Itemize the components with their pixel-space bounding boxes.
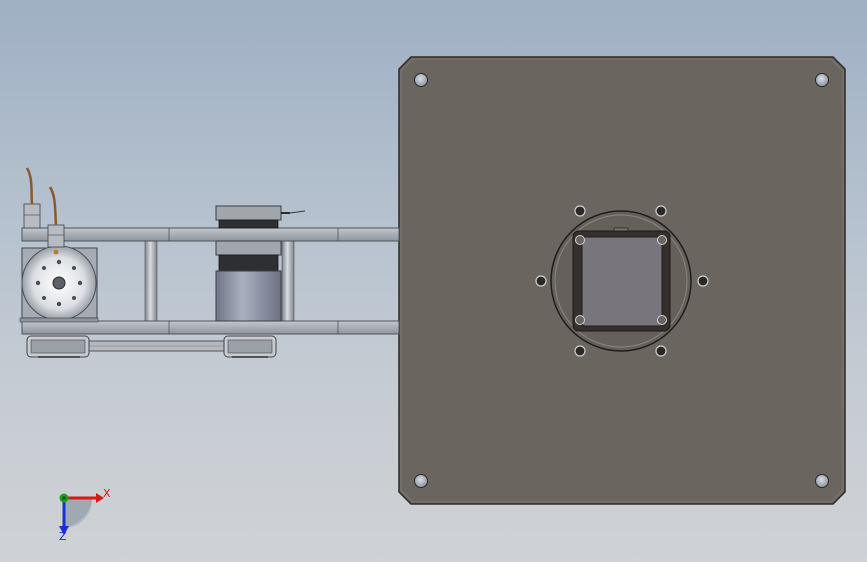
corner-hole-top-right [815, 73, 829, 87]
orientation-triad[interactable] [59, 493, 104, 535]
support-rod [281, 239, 295, 324]
upper-arm-plate[interactable] [21, 227, 400, 242]
cad-viewport[interactable]: X Z [0, 0, 867, 562]
axis-x-label: X [103, 487, 111, 500]
axis-y-marker [59, 493, 69, 503]
pulley-left [26, 335, 90, 358]
motor-flange [572, 230, 671, 332]
lower-arm-plate[interactable] [21, 320, 400, 335]
cable-gland-left [23, 203, 41, 229]
corner-hole-bottom-left [414, 474, 428, 488]
pulley-right [223, 335, 277, 358]
support-rod [144, 239, 158, 324]
corner-hole-bottom-right [815, 474, 829, 488]
cable [25, 167, 34, 205]
axis-z-label: Z [59, 530, 67, 543]
cable [48, 186, 58, 226]
corner-hole-top-left [414, 73, 428, 87]
assembly-drawing[interactable] [0, 0, 867, 562]
arm-assembly[interactable] [19, 167, 400, 358]
cable-gland-right [47, 224, 65, 248]
end-motor[interactable] [19, 245, 99, 323]
